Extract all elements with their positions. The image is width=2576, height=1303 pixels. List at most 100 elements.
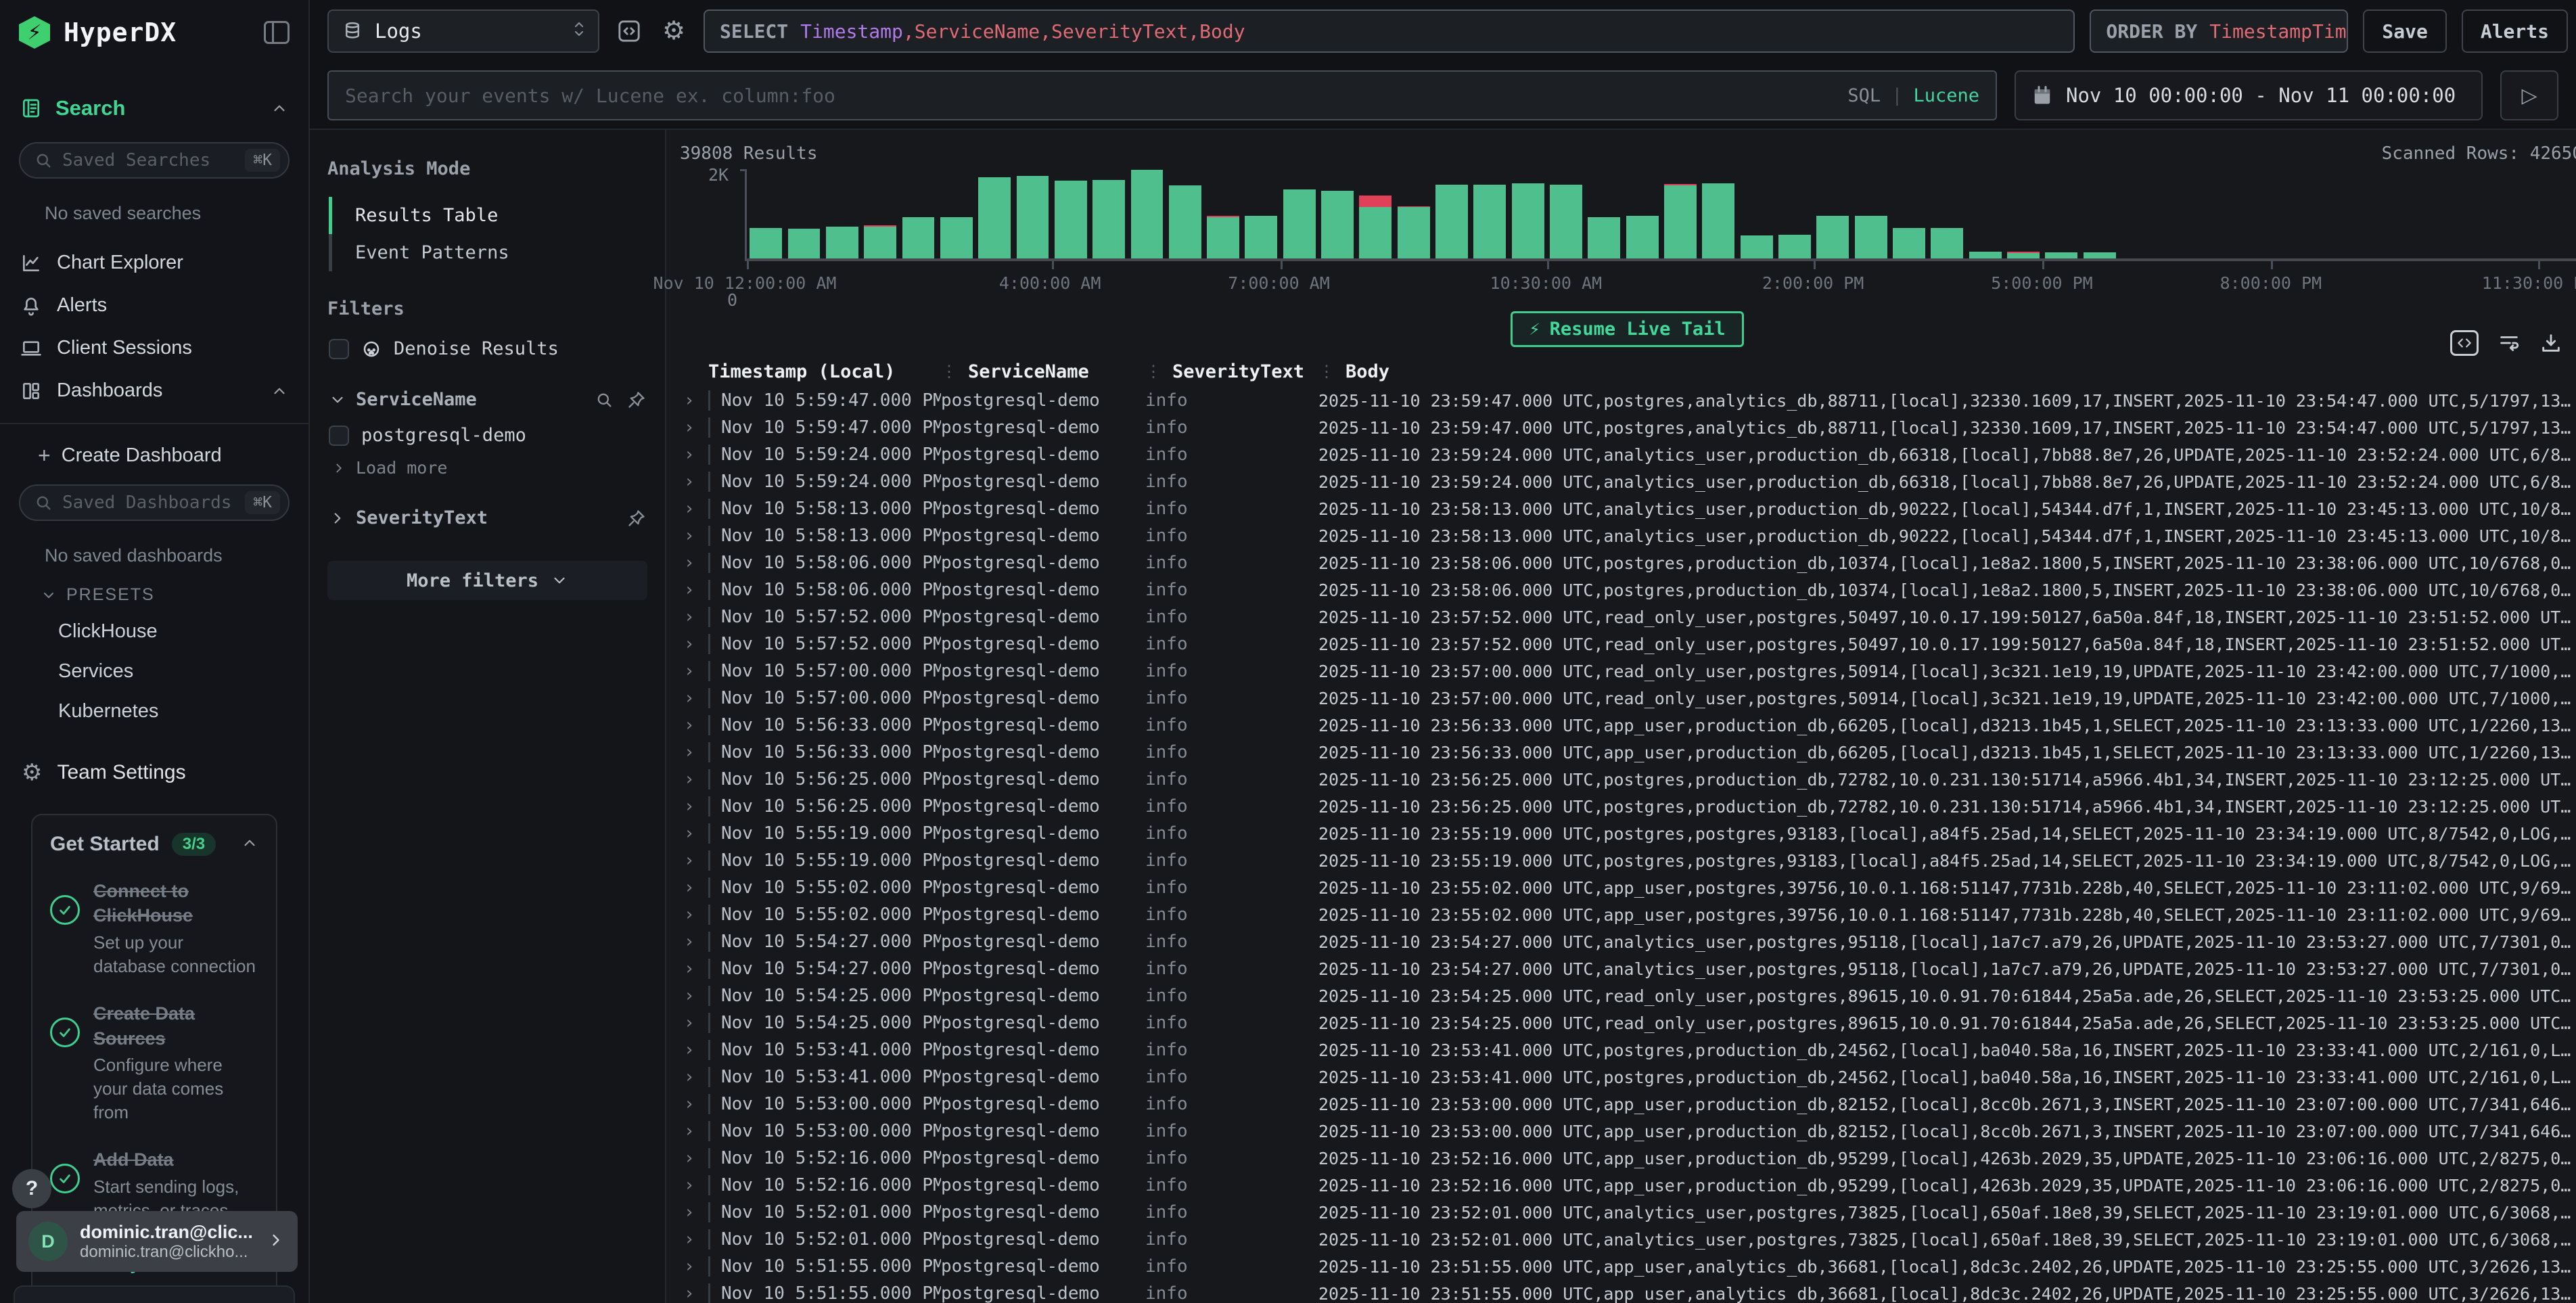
table-row[interactable]: › Nov 10 5:58:13.000 PM postgresql-demo … — [678, 522, 2576, 549]
row-expand-chevron[interactable]: › — [678, 499, 708, 519]
histogram-bar[interactable] — [1661, 169, 1699, 258]
pin-icon[interactable] — [627, 390, 646, 409]
histogram-bar[interactable] — [1090, 169, 1128, 258]
histogram-bar[interactable] — [975, 169, 1013, 258]
row-expand-chevron[interactable]: › — [678, 850, 708, 871]
preset-kubernetes[interactable]: Kubernetes — [18, 691, 291, 731]
live-tail-play-button[interactable]: ▷ — [2500, 70, 2558, 120]
histogram-bar[interactable] — [2309, 169, 2347, 258]
histogram-bar[interactable] — [747, 169, 785, 258]
row-expand-chevron[interactable]: › — [678, 796, 708, 817]
presets-toggle[interactable]: PRESETS — [18, 572, 291, 612]
row-expand-chevron[interactable]: › — [678, 986, 708, 1006]
select-columns-input[interactable]: SELECT Timestamp,ServiceName,SeverityTex… — [704, 9, 2075, 53]
table-row[interactable]: › Nov 10 5:57:00.000 PM postgresql-demo … — [678, 685, 2576, 712]
histogram-bar[interactable] — [1890, 169, 1928, 258]
chevron-up-icon[interactable] — [271, 382, 288, 400]
help-button[interactable]: ? — [12, 1169, 51, 1208]
table-row[interactable]: › Nov 10 5:59:24.000 PM postgresql-demo … — [678, 468, 2576, 495]
json-view-button[interactable] — [2450, 330, 2479, 356]
table-row[interactable]: › Nov 10 5:58:13.000 PM postgresql-demo … — [678, 495, 2576, 522]
histogram-bar[interactable] — [1852, 169, 1890, 258]
alerts-button[interactable]: Alerts — [2462, 9, 2568, 53]
table-row[interactable]: › Nov 10 5:53:41.000 PM postgresql-demo … — [678, 1036, 2576, 1064]
row-expand-chevron[interactable]: › — [678, 1229, 708, 1250]
histogram-bar[interactable] — [823, 169, 861, 258]
row-expand-chevron[interactable]: › — [678, 661, 708, 681]
table-row[interactable]: › Nov 10 5:55:19.000 PM postgresql-demo … — [678, 847, 2576, 874]
row-expand-chevron[interactable]: › — [678, 472, 708, 492]
histogram-bar[interactable] — [899, 169, 937, 258]
more-filters-button[interactable]: More filters — [327, 561, 647, 600]
row-expand-chevron[interactable]: › — [678, 742, 708, 762]
download-icon[interactable] — [2539, 332, 2562, 355]
column-resize-handle[interactable]: ⋮ — [941, 362, 957, 381]
sidebar-item-team-settings[interactable]: ⚙ Team Settings — [18, 731, 291, 784]
table-row[interactable]: › Nov 10 5:58:06.000 PM postgresql-demo … — [678, 576, 2576, 603]
language-toggle[interactable]: SQL | Lucene — [1847, 85, 1979, 106]
histogram-bar[interactable] — [2157, 169, 2194, 258]
get-started-step[interactable]: Connect to ClickHouse Set up your databa… — [50, 879, 258, 978]
row-expand-chevron[interactable]: › — [678, 417, 708, 438]
create-dashboard-button[interactable]: + Create Dashboard — [18, 431, 291, 482]
table-row[interactable]: › Nov 10 5:57:00.000 PM postgresql-demo … — [678, 658, 2576, 685]
user-menu[interactable]: D dominic.tran@clic... dominic.tran@clic… — [16, 1211, 298, 1272]
histogram-bar[interactable] — [2194, 169, 2232, 258]
table-row[interactable]: › Nov 10 5:55:19.000 PM postgresql-demo … — [678, 820, 2576, 847]
event-search-field[interactable] — [345, 85, 1847, 107]
saved-searches-field[interactable] — [62, 150, 235, 170]
histogram-bar[interactable] — [1204, 169, 1242, 258]
histogram-bar[interactable] — [1281, 169, 1318, 258]
sidebar-collapse-button[interactable] — [264, 21, 290, 44]
orderby-input[interactable]: ORDER BY TimestampTime DESC — [2090, 9, 2348, 53]
row-expand-chevron[interactable]: › — [678, 580, 708, 600]
sidebar-item-client-sessions[interactable]: Client Sessions — [18, 327, 291, 369]
table-row[interactable]: › Nov 10 5:54:27.000 PM postgresql-demo … — [678, 928, 2576, 955]
row-expand-chevron[interactable]: › — [678, 823, 708, 844]
row-expand-chevron[interactable]: › — [678, 959, 708, 979]
resume-live-tail-button[interactable]: ⚡ Resume Live Tail — [1511, 311, 1743, 347]
table-row[interactable]: › Nov 10 5:53:41.000 PM postgresql-demo … — [678, 1064, 2576, 1091]
row-expand-chevron[interactable]: › — [678, 1067, 708, 1087]
row-expand-chevron[interactable]: › — [678, 715, 708, 735]
histogram-bar[interactable] — [1433, 169, 1471, 258]
histogram-bar[interactable] — [2537, 169, 2575, 258]
histogram-bar[interactable] — [1738, 169, 1776, 258]
preset-clickhouse[interactable]: ClickHouse — [18, 612, 291, 652]
col-header-timestamp[interactable]: Timestamp (Local) — [708, 361, 941, 382]
sidebar-item-dashboards[interactable]: Dashboards — [18, 369, 291, 412]
histogram-bar[interactable] — [1395, 169, 1433, 258]
histogram-bar[interactable] — [2347, 169, 2385, 258]
histogram-bar[interactable] — [1013, 169, 1051, 258]
histogram-bar[interactable] — [1356, 169, 1394, 258]
table-row[interactable]: › Nov 10 5:56:33.000 PM postgresql-demo … — [678, 712, 2576, 739]
histogram-bar[interactable] — [1242, 169, 1280, 258]
saved-dashboards-field[interactable] — [62, 493, 235, 513]
table-row[interactable]: › Nov 10 5:58:06.000 PM postgresql-demo … — [678, 549, 2576, 576]
histogram-bar[interactable] — [1166, 169, 1204, 258]
row-expand-chevron[interactable]: › — [678, 1202, 708, 1222]
saved-dashboards-input[interactable]: ⌘K — [19, 484, 290, 521]
table-row[interactable]: › Nov 10 5:51:55.000 PM postgresql-demo … — [678, 1253, 2576, 1280]
mode-event-patterns[interactable]: Event Patterns — [329, 234, 647, 271]
chevron-up-icon[interactable] — [241, 834, 258, 852]
table-row[interactable]: › Nov 10 5:59:47.000 PM postgresql-demo … — [678, 387, 2576, 414]
histogram-bar[interactable] — [1624, 169, 1661, 258]
histogram-bar[interactable] — [1509, 169, 1547, 258]
source-select[interactable]: Logs — [327, 9, 599, 53]
sidebar-item-search[interactable]: Search — [18, 96, 291, 139]
table-row[interactable]: › Nov 10 5:53:00.000 PM postgresql-demo … — [678, 1091, 2576, 1118]
wrap-lines-icon[interactable] — [2498, 332, 2521, 355]
histogram-bar[interactable] — [2271, 169, 2309, 258]
histogram-bar[interactable] — [1547, 169, 1585, 258]
source-settings-button[interactable]: ⚙ — [659, 16, 689, 46]
row-expand-chevron[interactable]: › — [678, 1175, 708, 1195]
row-expand-chevron[interactable]: › — [678, 553, 708, 573]
row-expand-chevron[interactable]: › — [678, 444, 708, 465]
row-expand-chevron[interactable]: › — [678, 1121, 708, 1141]
histogram-bar[interactable] — [2462, 169, 2500, 258]
table-row[interactable]: › Nov 10 5:56:33.000 PM postgresql-demo … — [678, 739, 2576, 766]
row-expand-chevron[interactable]: › — [678, 877, 708, 898]
table-row[interactable]: › Nov 10 5:57:52.000 PM postgresql-demo … — [678, 603, 2576, 631]
row-expand-chevron[interactable]: › — [678, 932, 708, 952]
